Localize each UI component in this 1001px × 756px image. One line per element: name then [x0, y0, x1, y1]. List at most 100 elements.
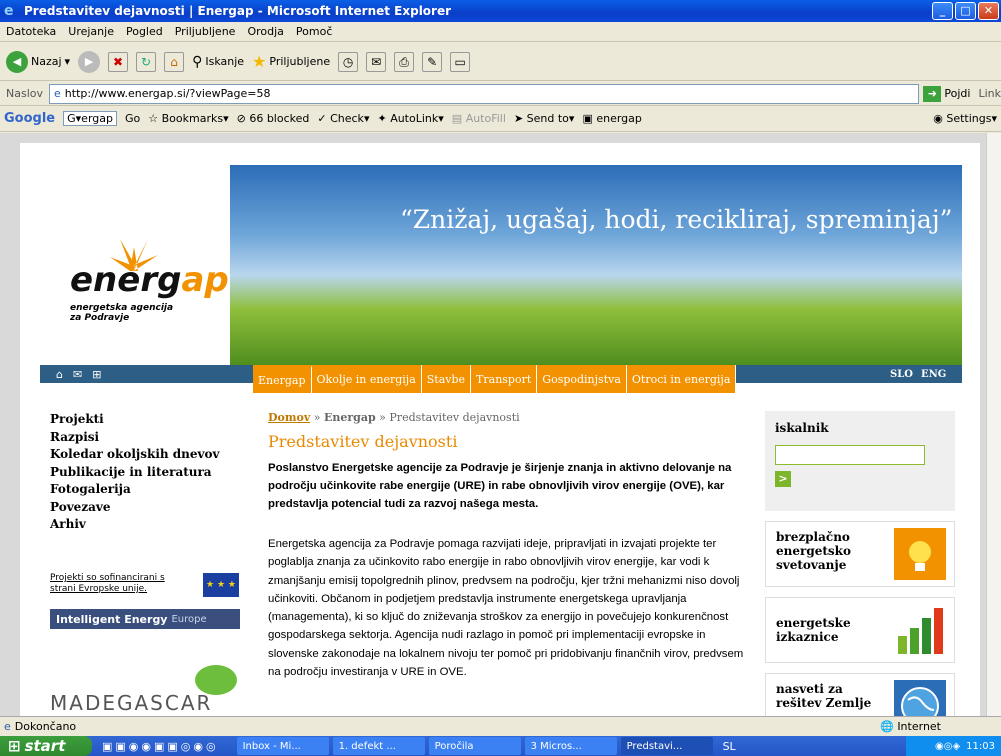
- address-input[interactable]: e http://www.energap.si/?viewPage=58: [49, 83, 920, 104]
- check-label: Check: [330, 112, 364, 125]
- site-search-input[interactable]: [775, 445, 925, 465]
- crumb-home[interactable]: Domov: [268, 411, 310, 424]
- task-inbox[interactable]: Inbox - Mi...: [236, 737, 329, 755]
- check-button[interactable]: ✓ Check▾: [317, 112, 369, 125]
- tray-icons[interactable]: ◉◎◈: [935, 741, 960, 752]
- settings-label: Settings: [946, 112, 992, 125]
- leftnav-arhiv[interactable]: Arhiv: [50, 516, 250, 534]
- lang-slo[interactable]: SLO: [890, 369, 913, 380]
- autofill-button[interactable]: ▤ AutoFill: [452, 112, 506, 125]
- left-nav: Projekti Razpisi Koledar okoljskih dnevo…: [40, 403, 250, 534]
- tab-stavbe[interactable]: Stavbe: [421, 365, 472, 393]
- language-indicator[interactable]: SL: [723, 740, 736, 753]
- left-column: Projekti Razpisi Koledar okoljskih dnevo…: [40, 403, 250, 716]
- popup-blocked[interactable]: ⊘ 66 blocked: [237, 112, 310, 125]
- home-icon[interactable]: ⌂: [56, 368, 63, 381]
- crumb-sep: »: [313, 411, 321, 424]
- sitemap-icon[interactable]: ⊞: [92, 368, 101, 381]
- window-title: Predstavitev dejavnosti | Energap - Micr…: [24, 4, 452, 18]
- eu-notice: Projekti so sofinancirani s strani Evrop…: [50, 573, 240, 597]
- go-button[interactable]: ➜ Pojdi: [923, 85, 970, 102]
- mail-icon[interactable]: ✉: [366, 51, 387, 72]
- go-arrow-icon: ➜: [923, 85, 942, 102]
- search-label: Iskanje: [205, 55, 245, 68]
- links-label[interactable]: Link: [978, 87, 1001, 100]
- menu-pomoc[interactable]: Pomoč: [296, 25, 332, 38]
- menu-priljubljene[interactable]: Priljubljene: [175, 25, 236, 38]
- menu-urejanje[interactable]: Urejanje: [68, 25, 114, 38]
- leftnav-koledar[interactable]: Koledar okoljskih dnevov: [50, 446, 250, 464]
- ie-europe: Europe: [171, 613, 207, 625]
- minimize-button[interactable]: _: [932, 2, 953, 20]
- search-button[interactable]: ⚲ Iskanje: [192, 54, 244, 70]
- crumb-current: Predstavitev dejavnosti: [389, 411, 520, 424]
- task-defekt[interactable]: 1. defekt ...: [332, 737, 425, 755]
- tab-otroci[interactable]: Otroci in energija: [626, 365, 737, 393]
- autolink-button[interactable]: ✦ AutoLink▾: [377, 112, 443, 125]
- close-button[interactable]: ✕: [978, 2, 999, 20]
- bookmarks-label: Bookmarks: [161, 112, 224, 125]
- bookmarks-button[interactable]: ☆ Bookmarks▾: [148, 112, 228, 125]
- lead-paragraph: Poslanstvo Energetske agencije za Podrav…: [268, 462, 732, 510]
- body-paragraph: Energetska agencija za Podravje pomaga r…: [268, 538, 744, 679]
- lang-eng[interactable]: ENG: [921, 369, 946, 380]
- leftnav-fotogalerija[interactable]: Fotogalerija: [50, 481, 250, 499]
- box-izkaznice[interactable]: energetske izkaznice: [765, 597, 955, 663]
- menu-orodja[interactable]: Orodja: [247, 25, 283, 38]
- google-search-input[interactable]: G▾ergap: [63, 111, 117, 126]
- vertical-scrollbar[interactable]: [986, 133, 1001, 716]
- tab-energap[interactable]: Energap: [253, 365, 312, 393]
- sendto-label: Send to: [526, 112, 569, 125]
- folder-icon[interactable]: ▭: [450, 51, 471, 72]
- box-svetovanje[interactable]: brezplačno energetsko svetovanje: [765, 521, 955, 587]
- stop-icon[interactable]: ✖: [108, 51, 129, 72]
- print-icon[interactable]: ⎙: [394, 51, 415, 72]
- leftnav-projekti[interactable]: Projekti: [50, 411, 250, 429]
- site-search-button[interactable]: >: [775, 471, 791, 487]
- back-arrow-icon: ◀: [6, 50, 28, 73]
- edit-icon[interactable]: ✎: [422, 51, 443, 72]
- site-search: iskalnik >: [765, 411, 955, 511]
- energy-chart-icon: [894, 604, 946, 656]
- start-button[interactable]: ⊞ start: [0, 736, 92, 756]
- crumb-energap[interactable]: Energap: [324, 411, 376, 424]
- tab-gospodinjstva[interactable]: Gospodinjstva: [537, 365, 627, 393]
- tab-transport[interactable]: Transport: [471, 365, 538, 393]
- leftnav-publikacije[interactable]: Publikacije in literatura: [50, 464, 250, 482]
- settings-button[interactable]: ◉ Settings▾: [933, 112, 997, 125]
- task-predstavi[interactable]: Predstavi...: [620, 737, 713, 755]
- language-switch: SLO ENG: [890, 369, 946, 380]
- address-label: Naslov: [6, 87, 43, 100]
- eu-link[interactable]: Projekti so sofinancirani s strani Evrop…: [50, 573, 190, 595]
- tab-okolje[interactable]: Okolje in energija: [311, 365, 422, 393]
- mail-icon[interactable]: ✉: [73, 368, 82, 381]
- address-bar: Naslov e http://www.energap.si/?viewPage…: [0, 82, 1001, 106]
- favorites-button[interactable]: ★ Priljubljene: [252, 52, 330, 71]
- leftnav-povezave[interactable]: Povezave: [50, 499, 250, 517]
- home-icon[interactable]: ⌂: [164, 51, 185, 72]
- google-go-button[interactable]: Go: [125, 112, 140, 125]
- back-label: Nazaj: [31, 55, 62, 68]
- box-nasveti[interactable]: nasveti za rešitev Zemlje: [765, 673, 955, 716]
- back-button[interactable]: ◀ Nazaj ▾: [6, 50, 70, 73]
- title-bar: e Predstavitev dejavnosti | Energap - Mi…: [0, 0, 1001, 22]
- quicklaunch-icons[interactable]: ▣▣◉◉▣▣◎◉◎: [102, 740, 219, 753]
- task-porocila[interactable]: Poročila: [428, 737, 521, 755]
- page-icon: e: [54, 87, 61, 100]
- menu-pogled[interactable]: Pogled: [126, 25, 163, 38]
- page-content: energap energetska agencija za Podravje …: [0, 133, 986, 716]
- madegascar-logo[interactable]: MADEGASCAR: [50, 691, 212, 715]
- history-icon[interactable]: ◷: [338, 51, 359, 72]
- refresh-icon[interactable]: ↻: [136, 51, 157, 72]
- star-icon: ★: [252, 52, 267, 71]
- leftnav-razpisi[interactable]: Razpisi: [50, 429, 250, 447]
- forward-button[interactable]: ▶: [78, 50, 101, 73]
- intelligent-energy-banner[interactable]: Intelligent Energy Europe: [50, 609, 240, 629]
- google-logo: Google: [4, 111, 56, 126]
- energap-button[interactable]: ▣ energap: [582, 112, 641, 125]
- menu-datoteka[interactable]: Datoteka: [6, 25, 56, 38]
- maximize-button[interactable]: □: [955, 2, 976, 20]
- sendto-button[interactable]: ➤ Send to▾: [514, 112, 575, 125]
- status-text: Dokončano: [14, 720, 77, 733]
- task-micros[interactable]: 3 Micros...: [524, 737, 617, 755]
